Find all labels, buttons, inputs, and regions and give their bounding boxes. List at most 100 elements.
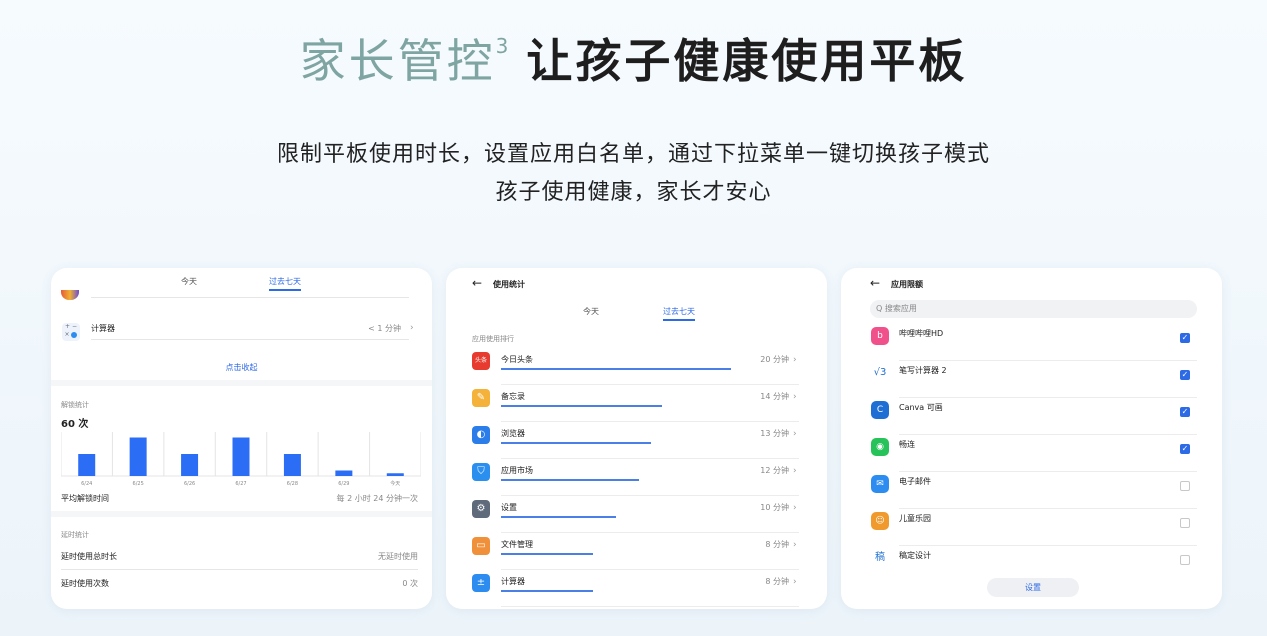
app-name: 笔写计算器 2 [899,366,947,375]
calculator-icon: + − × [62,323,80,341]
app-name: 应用市场 [501,466,533,475]
row-divider [899,397,1197,398]
ranking-row[interactable]: ⛉ 应用市场 12 分钟 › [446,461,827,497]
ranking-row[interactable]: ± 计算器 8 分钟 › [446,572,827,608]
divider [91,297,409,298]
usage-stats-panel: 今天 过去七天 + − × 计算器 < 1 分钟 › 点击收起 解锁统计 60 次… [51,268,432,609]
files-icon: ▭ [472,537,490,555]
checkbox-checked[interactable]: ✓ [1180,333,1190,343]
app-name: 稿定设计 [899,551,931,560]
avg-unlock-label: 平均解锁时间 [61,494,109,503]
app-name: 哔哩哔哩HD [899,329,944,338]
browser-icon: ◐ [472,426,490,444]
chevron-right-icon: › [793,466,797,476]
unlock-bar-label: 6/29 [338,481,349,487]
chevron-right-icon[interactable]: › [410,323,414,333]
ranking-section-title: 应用使用排行 [472,335,514,343]
ranking-row[interactable]: ✎ 备忘录 14 分钟 › [446,387,827,423]
tab-today[interactable]: 今天 [181,276,197,287]
calc-row-name: 计算器 [91,324,115,333]
page-title: 使用统计 [493,280,525,289]
checkbox-unchecked[interactable] [1180,555,1190,565]
calc2-icon: √3 [871,364,889,382]
app-limit-row[interactable]: ✉ 电子邮件 [841,473,1222,509]
unlock-bar-label: 6/25 [133,481,144,487]
tab-past-seven-days[interactable]: 过去七天 [269,276,301,291]
bilibili-icon: b [871,327,889,345]
usage-progress-bar [501,405,662,407]
usage-progress-bar [501,479,639,481]
unlock-chart: 6/24 6/25 6/26 6/27 6/28 6/29 今天 [61,432,421,487]
back-arrow-icon[interactable]: ← [870,276,880,290]
app-name: 文件管理 [501,540,533,549]
unlock-bar [129,437,147,476]
usage-progress-bar [501,442,651,444]
app-limit-row[interactable]: b 哔哩哔哩HD ✓ [841,325,1222,361]
usage-time: 13 分钟 [760,429,789,438]
app-name: 畅连 [899,440,915,449]
app-limit-row[interactable]: ☺ 儿童乐园 [841,510,1222,546]
back-arrow-icon[interactable]: ← [472,276,482,290]
tab-today[interactable]: 今天 [583,306,599,317]
headline: 家长管控3 让孩子健康使用平板 [0,14,1267,93]
row-divider [501,384,799,385]
section-gap [51,380,432,386]
ranking-row[interactable]: ◐ 浏览器 13 分钟 › [446,424,827,460]
search-input[interactable]: Q 搜索应用 [870,300,1197,318]
calculator-icon: ± [472,574,490,592]
chevron-right-icon: › [793,503,797,513]
extend-total-label: 延时使用总时长 [61,552,117,561]
usage-progress-bar [501,553,593,555]
email-icon: ✉ [871,475,889,493]
app-name: 浏览器 [501,429,525,438]
app-limit-row[interactable]: √3 笔写计算器 2 ✓ [841,362,1222,398]
divider [61,569,418,570]
usage-progress-bar [501,516,616,518]
app-limit-row[interactable]: C Canva 可画 ✓ [841,399,1222,435]
usage-progress-bar [501,368,731,370]
app-name: 电子邮件 [899,477,931,486]
subtitle-line-1: 限制平板使用时长，设置应用白名单，通过下拉菜单一键切换孩子模式 [276,142,990,167]
checkbox-checked[interactable]: ✓ [1180,407,1190,417]
usage-time: 8 分钟 [765,540,789,549]
unlock-bar-label: 6/27 [235,481,246,487]
memo-icon: ✎ [472,389,490,407]
usage-time: 10 分钟 [760,503,789,512]
ranking-row[interactable]: ⚙ 设置 10 分钟 › [446,498,827,534]
headline-sup: 3 [495,34,509,58]
tab-past-seven-days[interactable]: 过去七天 [663,306,695,321]
tab-bar: 今天 过去七天 [446,306,827,326]
app-limit-panel: ← 应用限额 Q 搜索应用 b 哔哩哔哩HD ✓ √3 笔写计算器 2 ✓ C Canva 可… [841,268,1222,609]
unlock-bar-label: 今天 [390,480,400,487]
row-divider [899,434,1197,435]
app-limit-row[interactable]: ◉ 畅连 ✓ [841,436,1222,472]
row-divider [501,458,799,459]
checkbox-unchecked[interactable] [1180,481,1190,491]
settings-button[interactable]: 设置 [987,578,1079,597]
unlock-bar [232,437,250,476]
checkbox-unchecked[interactable] [1180,518,1190,528]
row-divider [899,508,1197,509]
subtitle-line-2: 孩子使用健康，家长才安心 [495,180,772,205]
headline-rest: 让孩子健康使用平板 [526,34,968,88]
row-divider [501,532,799,533]
unlock-count: 60 次 [61,419,89,430]
row-divider [899,545,1197,546]
row-divider [899,471,1197,472]
row-divider [501,495,799,496]
page-title: 应用限额 [891,280,923,289]
checkbox-checked[interactable]: ✓ [1180,444,1190,454]
unlock-bar-label: 6/24 [81,481,92,487]
unlock-bar [335,470,353,476]
collapse-link[interactable]: 点击收起 [51,362,432,373]
ranking-row[interactable]: ▭ 文件管理 8 分钟 › [446,535,827,571]
app-name: 计算器 [501,577,525,586]
settings-icon: ⚙ [472,500,490,518]
toutiao-icon: 头条 [472,352,490,370]
chevron-right-icon: › [793,577,797,587]
unlock-bar [386,473,404,476]
ranking-row[interactable]: 头条 今日头条 20 分钟 › [446,350,827,386]
unlock-bar [283,454,301,476]
checkbox-checked[interactable]: ✓ [1180,370,1190,380]
gaoding-icon: 稿 [871,549,889,567]
